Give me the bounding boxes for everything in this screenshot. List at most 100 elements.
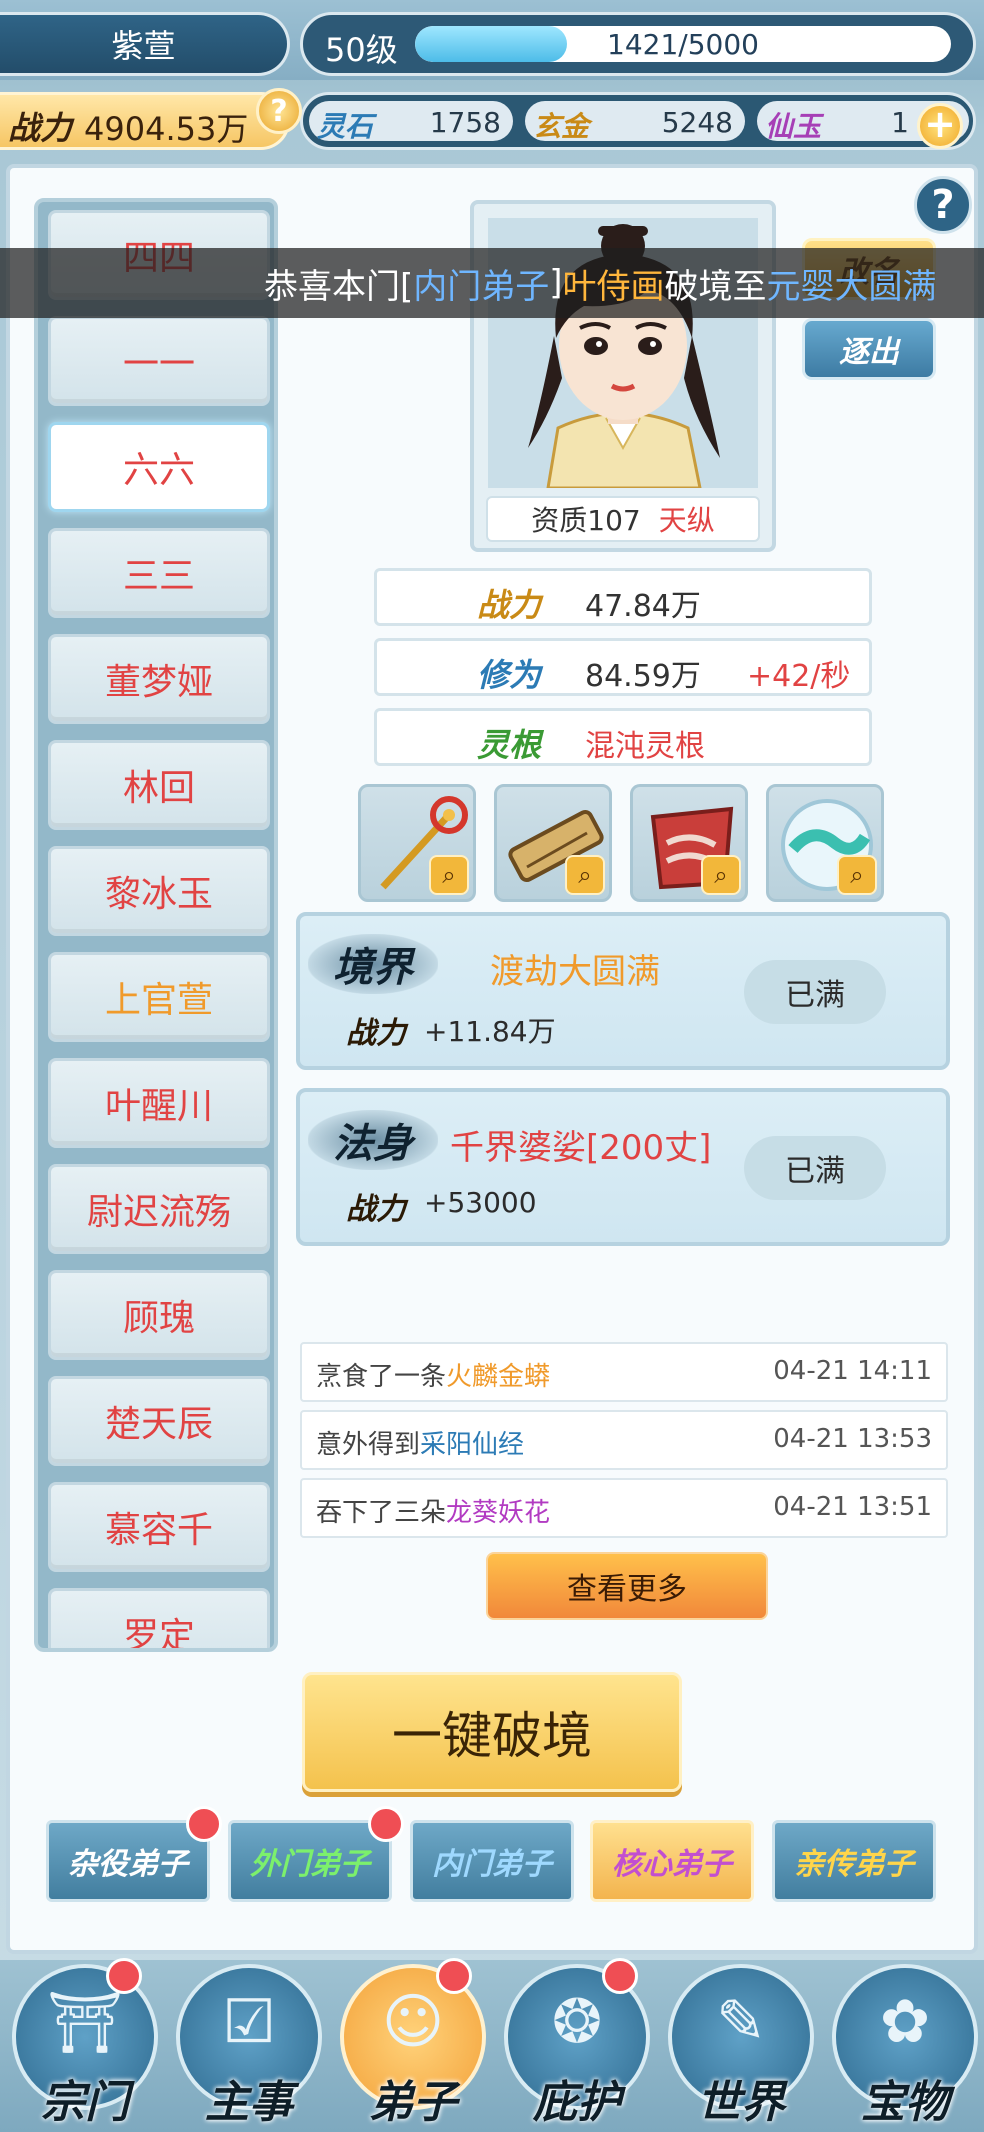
aptitude-badge: 资质107 天纵	[486, 496, 760, 542]
notification-dot	[106, 1958, 142, 1994]
realm-power-value: +11.84万	[424, 1015, 556, 1048]
disciple-list-item[interactable]: 一一	[48, 316, 270, 406]
dharma-power-label: 战力	[346, 1192, 406, 1227]
disciple-icon: ☺	[381, 1987, 445, 2057]
resource-spirit-stone: 灵石 1758	[309, 101, 513, 143]
stat-label: 修为	[477, 656, 542, 694]
tab-core-disciples[interactable]: 核心弟子	[590, 1820, 754, 1902]
resource-value: 5248	[661, 106, 733, 139]
resource-mystic-gold: 玄金 5248	[525, 101, 745, 143]
shield-icon: ❂	[551, 1987, 603, 2057]
realm-name: 渡劫大圆满	[490, 952, 660, 992]
tab-inner-disciples[interactable]: 内门弟子	[410, 1820, 574, 1902]
checklist-icon: ☑	[222, 1987, 276, 2057]
help-icon[interactable]: ?	[914, 176, 972, 234]
equipment-slot-robe[interactable]: ⌕	[630, 784, 748, 902]
resource-immortal-jade: 仙玉 1 +	[757, 101, 969, 149]
view-more-button[interactable]: 查看更多	[486, 1552, 768, 1620]
one-click-breakthrough-button[interactable]: 一键破境	[302, 1672, 682, 1792]
nav-label: 弟子	[369, 2077, 457, 2128]
disciple-list[interactable]: 四四一一六六三三董梦娅林回黎冰玉上官萱叶醒川尉迟流殇顾瑰楚天辰慕容千罗定	[34, 198, 278, 1652]
tab-outer-disciples[interactable]: 外门弟子	[228, 1820, 392, 1902]
notice-realm: 元婴大圆满	[766, 266, 937, 307]
disciple-list-item[interactable]: 林回	[48, 740, 270, 830]
tab-personal-disciples[interactable]: 亲传弟子	[772, 1820, 936, 1902]
log-row: 烹食了一条火麟金蟒 04-21 14:11	[300, 1342, 948, 1402]
notification-dot	[436, 1958, 472, 1994]
log-row: 意外得到采阳仙经 04-21 13:53	[300, 1410, 948, 1470]
disciple-list-item[interactable]: 上官萱	[48, 952, 270, 1042]
aptitude-value: 资质107	[531, 504, 641, 537]
nav-label: 宗门	[41, 2077, 129, 2128]
disciple-list-item[interactable]: 楚天辰	[48, 1376, 270, 1466]
breakthrough-notice: 恭喜本门[ 内门弟子 ] 叶侍画 破境至 元婴大圆满	[0, 248, 984, 318]
expel-button[interactable]: 逐出	[802, 318, 936, 380]
power-help-icon[interactable]: ?	[256, 88, 302, 134]
disciple-list-item[interactable]: 顾瑰	[48, 1270, 270, 1360]
combat-power-label: 战力	[8, 109, 73, 147]
magnify-icon[interactable]: ⌕	[837, 855, 877, 895]
nav-label: 世界	[697, 2077, 785, 2128]
level-plate: 50级 1421/5000	[300, 12, 976, 76]
disciple-list-item[interactable]: 黎冰玉	[48, 846, 270, 936]
exp-text: 1421/5000	[607, 28, 759, 61]
notice-bracket: ]	[549, 263, 563, 303]
disciple-list-item[interactable]: 罗定	[48, 1588, 270, 1648]
notice-name: 叶侍画	[562, 266, 665, 307]
log-text: 烹食了一条火麟金蟒	[316, 1362, 551, 1392]
player-level: 50级	[325, 31, 398, 69]
player-name[interactable]: 紫萱	[0, 12, 290, 76]
equipment-slot-orb[interactable]: ⌕	[766, 784, 884, 902]
realm-badge: 境界	[308, 934, 438, 994]
dharma-body-badge: 法身	[308, 1110, 438, 1170]
log-text: 吞下了三朵龙葵妖花	[316, 1498, 551, 1528]
resource-strip: 灵石 1758 玄金 5248 仙玉 1 +	[300, 92, 976, 150]
stat-extra: +42/秒	[747, 659, 851, 694]
notice-prefix: 恭喜本门[	[264, 266, 414, 307]
nav-label: 主事	[205, 2077, 293, 2128]
dharma-body-name: 千界婆娑[200丈]	[450, 1128, 712, 1168]
realm-full-button[interactable]: 已满	[744, 960, 886, 1024]
dharma-power-value: +53000	[424, 1186, 537, 1219]
combat-power-value: 4904.53万	[84, 110, 249, 148]
notification-dot	[602, 1958, 638, 1994]
disciple-list-item[interactable]: 尉迟流殇	[48, 1164, 270, 1254]
stat-cultivation: 修为 84.59万 +42/秒	[374, 638, 872, 696]
realm-power-label: 战力	[346, 1016, 406, 1051]
dharma-full-button[interactable]: 已满	[744, 1136, 886, 1200]
nav-label: 宝物	[861, 2077, 949, 2128]
log-time: 04-21 13:51	[773, 1492, 932, 1522]
add-jade-button[interactable]: +	[917, 103, 963, 149]
realm-card: 境界 渡劫大圆满 战力 +11.84万 已满	[296, 912, 950, 1070]
equipment-slot-staff[interactable]: ⌕	[358, 784, 476, 902]
disciple-list-item[interactable]: 董梦娅	[48, 634, 270, 724]
stat-spirit-root: 灵根 混沌灵根	[374, 708, 872, 766]
stat-label: 战力	[477, 586, 542, 624]
disciple-list-item[interactable]: 六六	[48, 422, 270, 512]
scroll-icon: ✎	[715, 1987, 767, 2057]
stat-value: 84.59万	[585, 659, 701, 694]
resource-bar: 战力 4904.53万 灵石 1758 玄金 5248 仙玉 1 +	[0, 86, 984, 158]
combat-power-plate: 战力 4904.53万	[0, 92, 290, 150]
notification-dot	[368, 1806, 404, 1842]
tab-servant-disciples[interactable]: 杂役弟子	[46, 1820, 210, 1902]
disciple-list-item[interactable]: 叶醒川	[48, 1058, 270, 1148]
log-text: 意外得到采阳仙经	[316, 1430, 525, 1460]
stat-label: 灵根	[477, 726, 542, 764]
resource-value: 1	[891, 106, 909, 139]
stat-value: 混沌灵根	[585, 729, 705, 764]
resource-value: 1758	[429, 106, 501, 139]
log-time: 04-21 14:11	[773, 1356, 932, 1386]
disciple-list-item[interactable]: 三三	[48, 528, 270, 618]
resource-label: 仙玉	[765, 110, 822, 143]
resource-label: 玄金	[533, 110, 590, 143]
equipment-slot-scroll[interactable]: ⌕	[494, 784, 612, 902]
magnify-icon[interactable]: ⌕	[701, 855, 741, 895]
notice-action: 破境至	[664, 266, 767, 307]
nav-label: 庇护	[533, 2077, 621, 2128]
stat-value: 47.84万	[585, 589, 701, 624]
magnify-icon[interactable]: ⌕	[429, 855, 469, 895]
disciple-list-item[interactable]: 慕容千	[48, 1482, 270, 1572]
magnify-icon[interactable]: ⌕	[565, 855, 605, 895]
sect-icon: ⛩	[46, 1987, 124, 2058]
